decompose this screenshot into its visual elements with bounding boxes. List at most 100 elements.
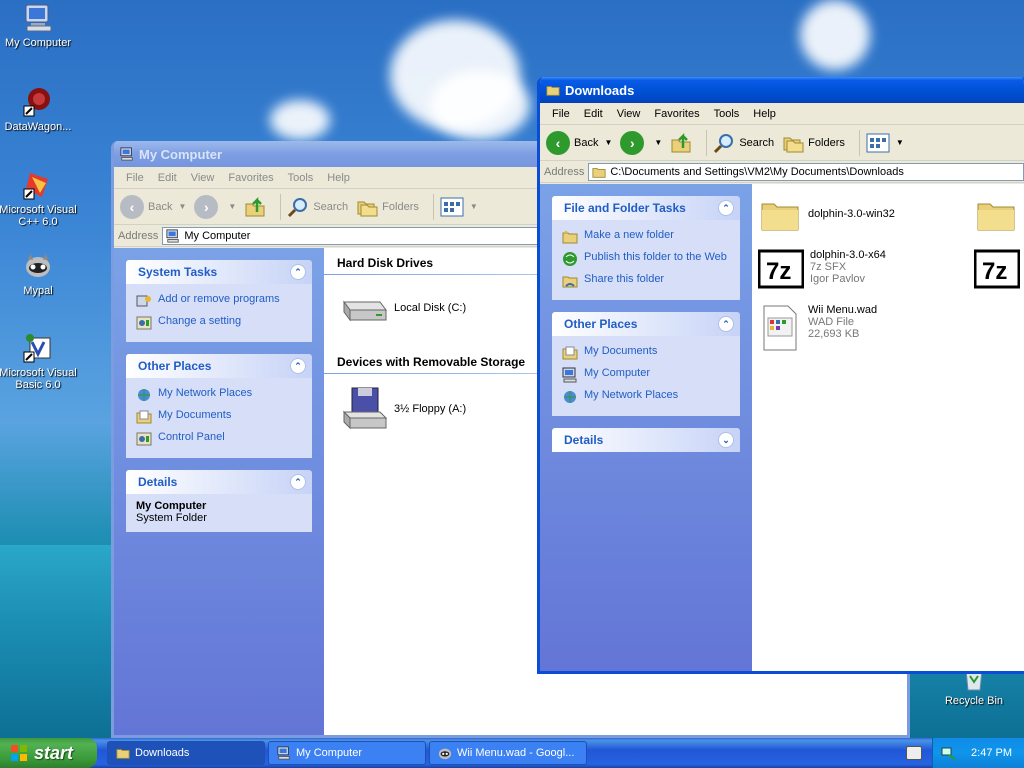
network-tray-icon[interactable] <box>941 745 957 761</box>
menu-help[interactable]: Help <box>747 108 784 120</box>
up-button[interactable] <box>244 196 266 218</box>
menu-view[interactable]: View <box>185 172 223 184</box>
expand-chevron-icon[interactable]: ⌄ <box>718 432 734 448</box>
panel-header[interactable]: System Tasks ⌃ <box>126 260 312 284</box>
downloads-window[interactable]: Downloads File Edit View Favorites Tools… <box>537 77 1024 674</box>
network-places-icon <box>138 389 150 401</box>
desktop-icon-my-computer[interactable]: My Computer <box>0 2 80 49</box>
keyboard-layout-icon[interactable] <box>906 746 922 760</box>
place-network[interactable]: My Network Places <box>562 386 730 408</box>
taskbar: start Downloads My Computer Wii Menu.wad… <box>0 738 1024 768</box>
svg-text:7z: 7z <box>766 258 791 285</box>
menu-help[interactable]: Help <box>321 172 358 184</box>
desktop-icon-visual-basic[interactable]: Microsoft Visual Basic 6.0 <box>0 332 80 391</box>
place-network[interactable]: My Network Places <box>136 384 302 406</box>
drive-label: 3½ Floppy (A:) <box>394 403 467 415</box>
folder-icon <box>761 203 799 231</box>
panel-title: Other Places <box>138 359 212 373</box>
taskbar-button-label: Wii Menu.wad - Googl... <box>457 747 575 759</box>
file-item-partial[interactable]: 7z <box>973 249 1021 292</box>
collapse-chevron-icon[interactable]: ⌃ <box>290 358 306 374</box>
control-panel-icon <box>136 316 152 330</box>
panel-header[interactable]: Other Places ⌃ <box>126 354 312 378</box>
place-control-panel[interactable]: Control Panel <box>136 428 302 450</box>
computer-icon <box>166 228 180 243</box>
file-item[interactable]: 7z dolphin-3.0-x64 7z SFX Igor Pavlov <box>758 249 886 289</box>
views-button[interactable]: ▼ <box>440 197 478 217</box>
publish-web-icon <box>563 252 577 266</box>
computer-icon <box>22 2 54 34</box>
views-icon <box>440 197 464 216</box>
desktop-icon-visual-cpp[interactable]: Microsoft Visual C++ 6.0 <box>0 169 80 228</box>
drive-local-disk-c[interactable]: Local Disk (C:) <box>340 292 466 324</box>
toolbar: ‹ Back ▼ › ▼ Search Folders ▼ <box>540 125 1024 161</box>
menu-tools[interactable]: Tools <box>708 108 748 120</box>
toolbar-separator <box>280 193 282 220</box>
task-add-remove-programs[interactable]: Add or remove programs <box>136 290 302 312</box>
search-icon <box>288 197 308 217</box>
task-label: Share this folder <box>584 273 665 285</box>
clock[interactable]: 2:47 PM <box>971 747 1012 759</box>
taskbar-button-label: Downloads <box>135 747 190 759</box>
taskbar-button-browser[interactable]: Wii Menu.wad - Googl... <box>429 741 587 765</box>
forward-button[interactable]: › ▼ <box>620 130 662 155</box>
menu-favorites[interactable]: Favorites <box>648 108 707 120</box>
computer-icon <box>120 147 133 161</box>
desktop-icon-datawagon[interactable]: DataWagon... <box>0 86 80 133</box>
folder-icon <box>546 86 560 96</box>
folders-button[interactable]: Folders <box>782 132 845 154</box>
collapse-chevron-icon[interactable]: ⌃ <box>718 200 734 216</box>
taskbar-button-downloads[interactable]: Downloads <box>107 741 265 765</box>
drive-floppy-a[interactable]: 3½ Floppy (A:) <box>340 386 466 432</box>
start-button[interactable]: start <box>0 738 97 768</box>
file-item-partial[interactable] <box>976 194 1016 237</box>
folder-icon <box>116 749 130 759</box>
taskbar-button-my-computer[interactable]: My Computer <box>268 741 426 765</box>
menu-favorites[interactable]: Favorites <box>222 172 281 184</box>
search-button[interactable]: Search <box>287 196 348 218</box>
collapse-chevron-icon[interactable]: ⌃ <box>718 316 734 332</box>
search-button[interactable]: Search <box>713 132 774 154</box>
menu-file[interactable]: File <box>120 172 152 184</box>
address-field[interactable]: C:\Documents and Settings\VM2\My Documen… <box>588 162 1024 181</box>
collapse-chevron-icon[interactable]: ⌃ <box>290 264 306 280</box>
folders-icon <box>357 201 378 216</box>
toolbar-separator <box>432 193 434 220</box>
folders-button[interactable]: Folders <box>356 196 419 218</box>
place-my-computer[interactable]: My Computer <box>562 364 730 386</box>
up-button[interactable] <box>670 132 692 154</box>
place-my-documents[interactable]: My Documents <box>136 406 302 428</box>
panel-header[interactable]: File and Folder Tasks ⌃ <box>552 196 740 220</box>
desktop-icon-mypal[interactable]: Mypal <box>0 250 80 297</box>
menu-edit[interactable]: Edit <box>578 108 611 120</box>
task-publish-web[interactable]: Publish this folder to the Web <box>562 248 730 270</box>
menu-file[interactable]: File <box>546 108 578 120</box>
file-item[interactable]: Wii Menu.wad WAD File 22,693 KB <box>760 304 877 352</box>
menu-tools[interactable]: Tools <box>282 172 322 184</box>
menu-view[interactable]: View <box>611 108 649 120</box>
visual-cpp-icon <box>22 169 54 201</box>
place-label: My Documents <box>584 345 658 357</box>
place-label: My Computer <box>584 367 651 379</box>
taskbar-button-label: My Computer <box>296 747 363 759</box>
place-my-documents[interactable]: My Documents <box>562 342 730 364</box>
dropdown-arrow-icon: ▼ <box>178 202 187 211</box>
task-change-setting[interactable]: Change a setting <box>136 312 302 334</box>
title-bar[interactable]: Downloads <box>540 77 1024 103</box>
task-make-new-folder[interactable]: Make a new folder <box>562 226 730 248</box>
forward-button[interactable]: › ▼ <box>194 194 236 219</box>
start-label: start <box>34 742 74 763</box>
panel-title: Details <box>138 475 178 489</box>
back-button[interactable]: ‹ Back ▼ <box>546 130 612 155</box>
task-label: Publish this folder to the Web <box>584 251 727 263</box>
panel-header[interactable]: Details ⌃ <box>126 470 312 494</box>
back-button[interactable]: ‹ Back ▼ <box>120 194 187 219</box>
menu-edit[interactable]: Edit <box>152 172 185 184</box>
collapse-chevron-icon[interactable]: ⌃ <box>290 474 306 490</box>
file-item[interactable]: dolphin-3.0-win32 <box>760 194 895 234</box>
panel-header[interactable]: Details ⌄ <box>552 428 740 452</box>
panel-header[interactable]: Other Places ⌃ <box>552 312 740 336</box>
task-share-folder[interactable]: Share this folder <box>562 270 730 292</box>
views-button[interactable]: ▼ <box>866 133 904 153</box>
panel-body: My Computer System Folder <box>126 494 312 532</box>
